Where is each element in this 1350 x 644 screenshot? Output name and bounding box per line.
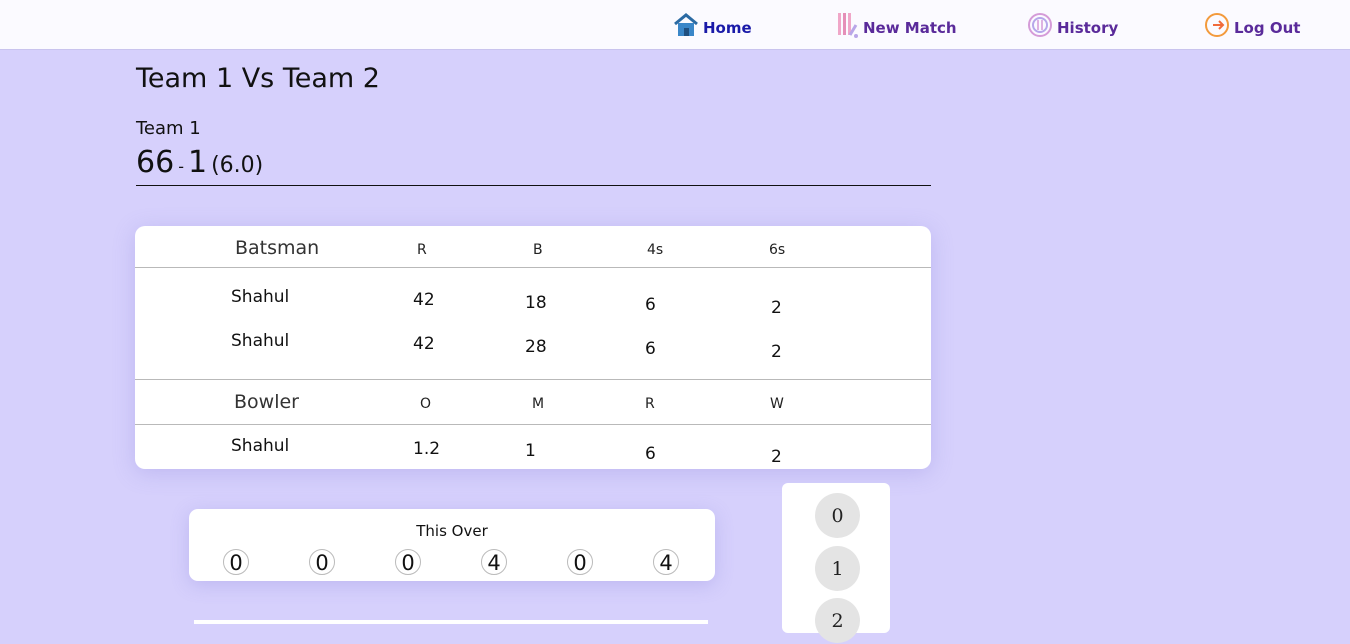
run-0-button[interactable]: 0 — [815, 493, 860, 538]
batting-balls-header: B — [533, 242, 543, 258]
bowler-1-name: Shahul — [231, 436, 290, 456]
scorecard: Batsman R B 4s 6s Shahul 42 18 6 2 Shahu… — [135, 226, 931, 469]
nav-home-label: Home — [703, 19, 752, 37]
nav-new-match[interactable]: New Match — [835, 8, 957, 42]
batsman-1-runs: 42 — [413, 290, 435, 310]
batsman-1-fours: 6 — [645, 295, 656, 315]
batsman-2-name: Shahul — [231, 331, 290, 351]
batsman-2-fours: 6 — [645, 339, 656, 359]
batsman-2-sixes: 2 — [771, 342, 782, 362]
batting-fours-header: 4s — [647, 242, 664, 258]
bowling-overs-header: O — [420, 396, 432, 412]
home-icon — [673, 12, 699, 38]
top-navbar: Home New Match History Log Out — [0, 0, 1350, 50]
batting-runs-header: R — [417, 242, 427, 258]
divider — [135, 379, 931, 380]
run-2-button[interactable]: 2 — [815, 598, 860, 643]
score-separator: - — [178, 157, 184, 176]
nav-new-match-label: New Match — [863, 19, 957, 37]
over-ball: 4 — [481, 549, 507, 575]
bowler-1-maidens: 1 — [525, 441, 536, 461]
batting-team-name: Team 1 — [136, 118, 201, 139]
nav-logout[interactable]: Log Out — [1204, 8, 1300, 42]
run-pad: 0 1 2 — [782, 483, 890, 643]
bowler-header: Bowler — [234, 391, 299, 413]
bowler-1-overs: 1.2 — [413, 439, 441, 459]
bowling-maidens-header: M — [532, 396, 545, 412]
nav-home[interactable]: Home — [673, 8, 752, 42]
score-summary: 66-1 (6.0) — [136, 145, 931, 186]
batting-sixes-header: 6s — [769, 242, 786, 258]
batsman-header: Batsman — [235, 237, 320, 259]
match-title: Team 1 Vs Team 2 — [136, 63, 380, 94]
over-ball: 0 — [395, 549, 421, 575]
next-panel-edge — [194, 620, 708, 624]
this-over-panel: This Over 0 0 0 4 0 4 — [189, 509, 715, 581]
this-over-title: This Over — [416, 522, 488, 540]
cricket-ball-icon — [1027, 12, 1053, 38]
bowling-wickets-header: W — [770, 396, 784, 412]
nav-history-label: History — [1057, 19, 1119, 37]
bowler-1-wickets: 2 — [771, 447, 782, 467]
over-ball: 0 — [223, 549, 249, 575]
run-1-button[interactable]: 1 — [815, 546, 860, 591]
batsman-2-runs: 42 — [413, 334, 435, 354]
bowling-runs-header: R — [645, 396, 655, 412]
divider — [135, 424, 931, 425]
batsman-1-name: Shahul — [231, 287, 290, 307]
over-ball: 4 — [653, 549, 679, 575]
nav-logout-label: Log Out — [1234, 19, 1301, 37]
logout-icon — [1204, 12, 1230, 38]
over-ball: 0 — [309, 549, 335, 575]
batsman-1-balls: 18 — [525, 293, 547, 313]
score-wickets: 1 — [187, 145, 208, 180]
score-overs: (6.0) — [211, 153, 264, 178]
nav-history[interactable]: History — [1027, 8, 1118, 42]
score-runs: 66 — [136, 145, 175, 180]
batsman-2-balls: 28 — [525, 337, 547, 357]
batsman-1-sixes: 2 — [771, 298, 782, 318]
over-ball: 0 — [567, 549, 593, 575]
divider — [135, 267, 931, 268]
bowler-1-runs: 6 — [645, 444, 656, 464]
cricket-bat-icon — [835, 11, 859, 39]
